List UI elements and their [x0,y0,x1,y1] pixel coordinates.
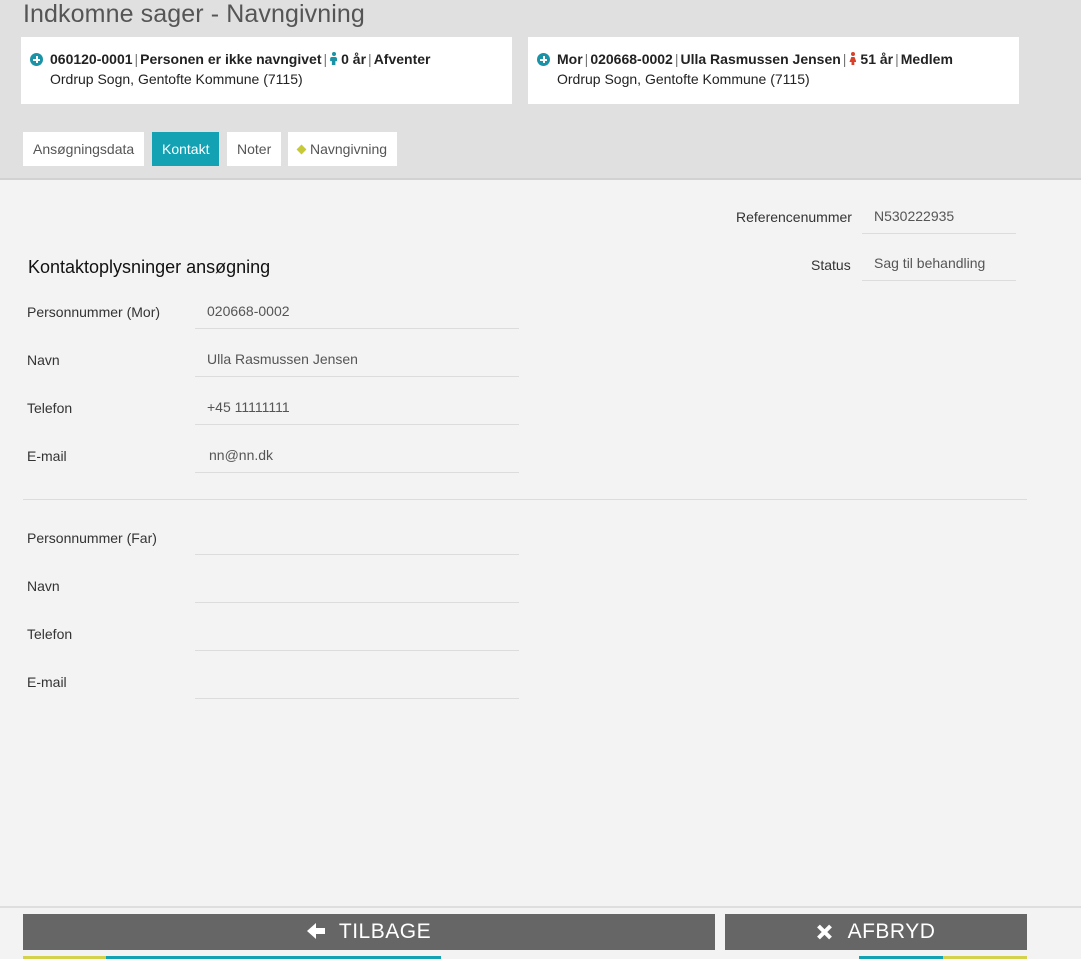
mother-status: Medlem [900,51,953,67]
status-label: Status [811,257,851,273]
tab-noter[interactable]: Noter [227,132,282,166]
expand-plus-icon[interactable] [537,53,550,66]
father-name-label: Navn [27,578,60,594]
close-icon [817,924,832,939]
father-email-field[interactable] [195,667,519,699]
mother-info-card: Mor | 020668-0002 | Ulla Rasmussen Jensen | 51… [528,37,1019,104]
mother-email-label: E-mail [27,448,67,464]
status-field: Sag til behandling [862,249,1016,281]
mother-role: Mor [557,51,583,67]
father-name-field[interactable] [195,571,519,603]
back-button[interactable]: TILBAGE [23,914,715,950]
child-age: 0 år [341,51,367,67]
child-location: Ordrup Sogn, Gentofte Kommune (7115) [50,71,303,87]
child-id: 060120-0001 [50,51,133,67]
tab-navngivning-label: Navngivning [310,141,388,157]
mother-phone-label: Telefon [27,400,73,416]
section-title: Kontaktoplysninger ansøgning [28,257,271,277]
footer-divider [0,906,1081,908]
child-info-card: 060120-0001 | Personen er ikke navngivet | 0… [21,37,512,104]
reference-label: Referencenummer [736,209,852,225]
female-person-icon [848,52,857,65]
page-title: Indkomne sager - Navngivning [23,0,365,28]
father-phone-field[interactable] [195,619,519,651]
separator: | [674,51,679,67]
male-person-icon [329,52,338,65]
reference-field: N530222935 [862,202,1016,234]
cancel-button[interactable]: AFBRYD [725,914,1027,950]
separator: | [842,51,847,67]
mother-cpr-field[interactable]: 020668-0002 [195,297,519,329]
child-name: Personen er ikke navngivet [140,51,322,67]
separator: | [323,51,328,67]
expand-plus-icon[interactable] [30,53,43,66]
back-button-label: TILBAGE [338,920,432,943]
diamond-marker-icon [296,144,307,155]
mother-name-label: Navn [27,352,60,368]
separator: | [584,51,589,67]
header-area: Indkomne sager - Navngivning 060120-0001… [0,0,1081,180]
father-cpr-label: Personnummer (Far) [27,530,157,546]
cancel-button-label: AFBRYD [847,920,936,943]
separator: | [895,51,899,67]
section-divider [23,499,1027,500]
mother-name: Ulla Rasmussen Jensen [680,51,841,67]
separator: | [134,51,139,67]
mother-summary: Mor | 020668-0002 | Ulla Rasmussen Jensen | 51… [557,51,953,67]
tab-ansoegningsdata[interactable]: Ansøgningsdata [23,132,145,166]
tab-kontakt[interactable]: Kontakt [152,132,220,166]
child-status: Afventer [373,51,431,67]
mother-id: 020668-0002 [590,51,673,67]
separator: | [368,51,372,67]
mother-location: Ordrup Sogn, Gentofte Kommune (7115) [557,71,810,87]
tab-navngivning[interactable]: Navngivning [288,132,398,166]
mother-email-field[interactable]: nn@nn.dk [195,441,519,473]
mother-age: 51 år [860,51,894,67]
child-summary: 060120-0001 | Personen er ikke navngivet | 0… [50,51,430,67]
mother-name-field[interactable]: Ulla Rasmussen Jensen [195,345,519,377]
arrow-left-icon [306,923,325,939]
father-phone-label: Telefon [27,626,73,642]
mother-cpr-label: Personnummer (Mor) [27,304,161,320]
father-email-label: E-mail [27,674,67,690]
mother-phone-field[interactable]: +45 11111111 [195,393,519,425]
father-cpr-field[interactable] [195,523,519,555]
